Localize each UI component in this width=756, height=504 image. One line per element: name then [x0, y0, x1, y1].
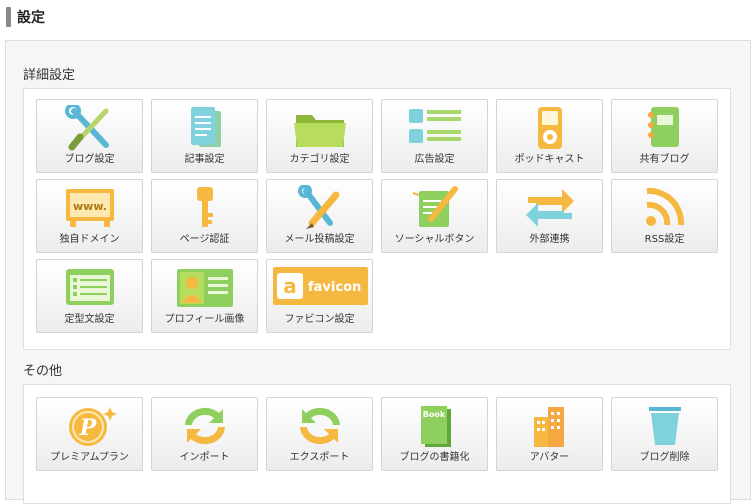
favicon-icon: a favicon: [273, 265, 368, 311]
tile-social-buttons[interactable]: ソーシャルボタン: [381, 179, 488, 253]
settings-panel: 詳細設定 ブログ設定 記事設定 カテゴリ設定 広告設定 ポッドキャスト 共有ブロ…: [5, 40, 751, 504]
www-monitor-icon: www.: [60, 185, 120, 231]
wrench-pencil-icon: [290, 185, 350, 231]
tile-label: RSS設定: [644, 234, 685, 245]
tile-shared-blog[interactable]: 共有ブログ: [611, 99, 718, 173]
tile-import[interactable]: インポート: [151, 397, 258, 471]
sync-arrows-icon: [520, 185, 580, 231]
tile-label: ポッドキャスト: [514, 154, 585, 165]
tile-favicon-settings[interactable]: a favicon ファビコン設定: [266, 259, 373, 333]
tile-page-auth[interactable]: ページ認証: [151, 179, 258, 253]
key-icon: [175, 185, 235, 231]
tile-label: 広告設定: [414, 154, 455, 165]
page-title-text: 設定: [17, 10, 45, 26]
www-text: www.: [73, 200, 107, 213]
tile-label: 独自ドメイン: [59, 234, 120, 245]
folder-icon: [290, 105, 350, 151]
book-icon: Book: [405, 403, 465, 449]
tile-label: プレミアムプラン: [50, 452, 129, 463]
page-title: 設定: [6, 6, 45, 28]
notebook-icon: [635, 105, 695, 151]
tile-label: ブログの書籍化: [399, 452, 470, 463]
advanced-settings-group: ブログ設定 記事設定 カテゴリ設定 広告設定 ポッドキャスト 共有ブログ www…: [23, 88, 731, 350]
premium-letter: P: [79, 415, 98, 441]
tile-label: メール投稿設定: [284, 234, 355, 245]
note-pencil-icon: [405, 185, 465, 231]
tile-label: プロフィール画像: [164, 314, 245, 325]
tile-label: 定型文設定: [64, 314, 115, 325]
trash-icon: [635, 403, 695, 449]
tile-blog-book[interactable]: Book ブログの書籍化: [381, 397, 488, 471]
tile-label: ブログ設定: [64, 154, 115, 165]
premium-coin-icon: P: [60, 403, 120, 449]
tile-label: アバター: [529, 452, 570, 463]
tile-category-settings[interactable]: カテゴリ設定: [266, 99, 373, 173]
tile-label: 記事設定: [184, 154, 225, 165]
export-arrows-icon: [290, 403, 350, 449]
other-settings-group: P プレミアムプラン インポート エクスポート Book ブログの書籍化 アバタ…: [23, 384, 731, 504]
import-arrows-icon: [175, 403, 235, 449]
buildings-icon: [520, 403, 580, 449]
tile-label: ソーシャルボタン: [394, 234, 475, 245]
rss-icon: [635, 185, 695, 231]
tile-template-settings[interactable]: 定型文設定: [36, 259, 143, 333]
tile-label: エクスポート: [289, 452, 350, 463]
section-heading-advanced: 詳細設定: [23, 68, 76, 83]
tile-avatar[interactable]: アバター: [496, 397, 603, 471]
tile-label: 共有ブログ: [639, 154, 690, 165]
tile-external-link[interactable]: 外部連携: [496, 179, 603, 253]
book-text: Book: [423, 410, 446, 419]
tile-mail-post-settings[interactable]: メール投稿設定: [266, 179, 373, 253]
section-heading-other: その他: [23, 364, 63, 379]
tile-label: ファビコン設定: [284, 314, 355, 325]
template-form-icon: [60, 265, 120, 311]
tools-icon: [60, 105, 120, 151]
music-player-icon: [520, 105, 580, 151]
tile-rss-settings[interactable]: RSS設定: [611, 179, 718, 253]
tile-label: ページ認証: [179, 234, 230, 245]
title-accent-bar: [6, 7, 11, 27]
layout-list-icon: [405, 105, 465, 151]
tile-custom-domain[interactable]: www. 独自ドメイン: [36, 179, 143, 253]
tile-post-settings[interactable]: 記事設定: [151, 99, 258, 173]
tile-label: カテゴリ設定: [289, 154, 350, 165]
tile-blog-settings[interactable]: ブログ設定: [36, 99, 143, 173]
profile-card-icon: [175, 265, 235, 311]
favicon-text: favicon: [308, 280, 361, 295]
tile-label: ブログ削除: [639, 452, 690, 463]
tile-label: 外部連携: [529, 234, 570, 245]
tile-podcast[interactable]: ポッドキャスト: [496, 99, 603, 173]
document-icon: [175, 105, 235, 151]
tile-premium-plan[interactable]: P プレミアムプラン: [36, 397, 143, 471]
tile-profile-image[interactable]: プロフィール画像: [151, 259, 258, 333]
tile-label: インポート: [179, 452, 230, 463]
tile-ad-settings[interactable]: 広告設定: [381, 99, 488, 173]
tile-delete-blog[interactable]: ブログ削除: [611, 397, 718, 471]
tile-export[interactable]: エクスポート: [266, 397, 373, 471]
svg-text:a: a: [283, 274, 297, 298]
